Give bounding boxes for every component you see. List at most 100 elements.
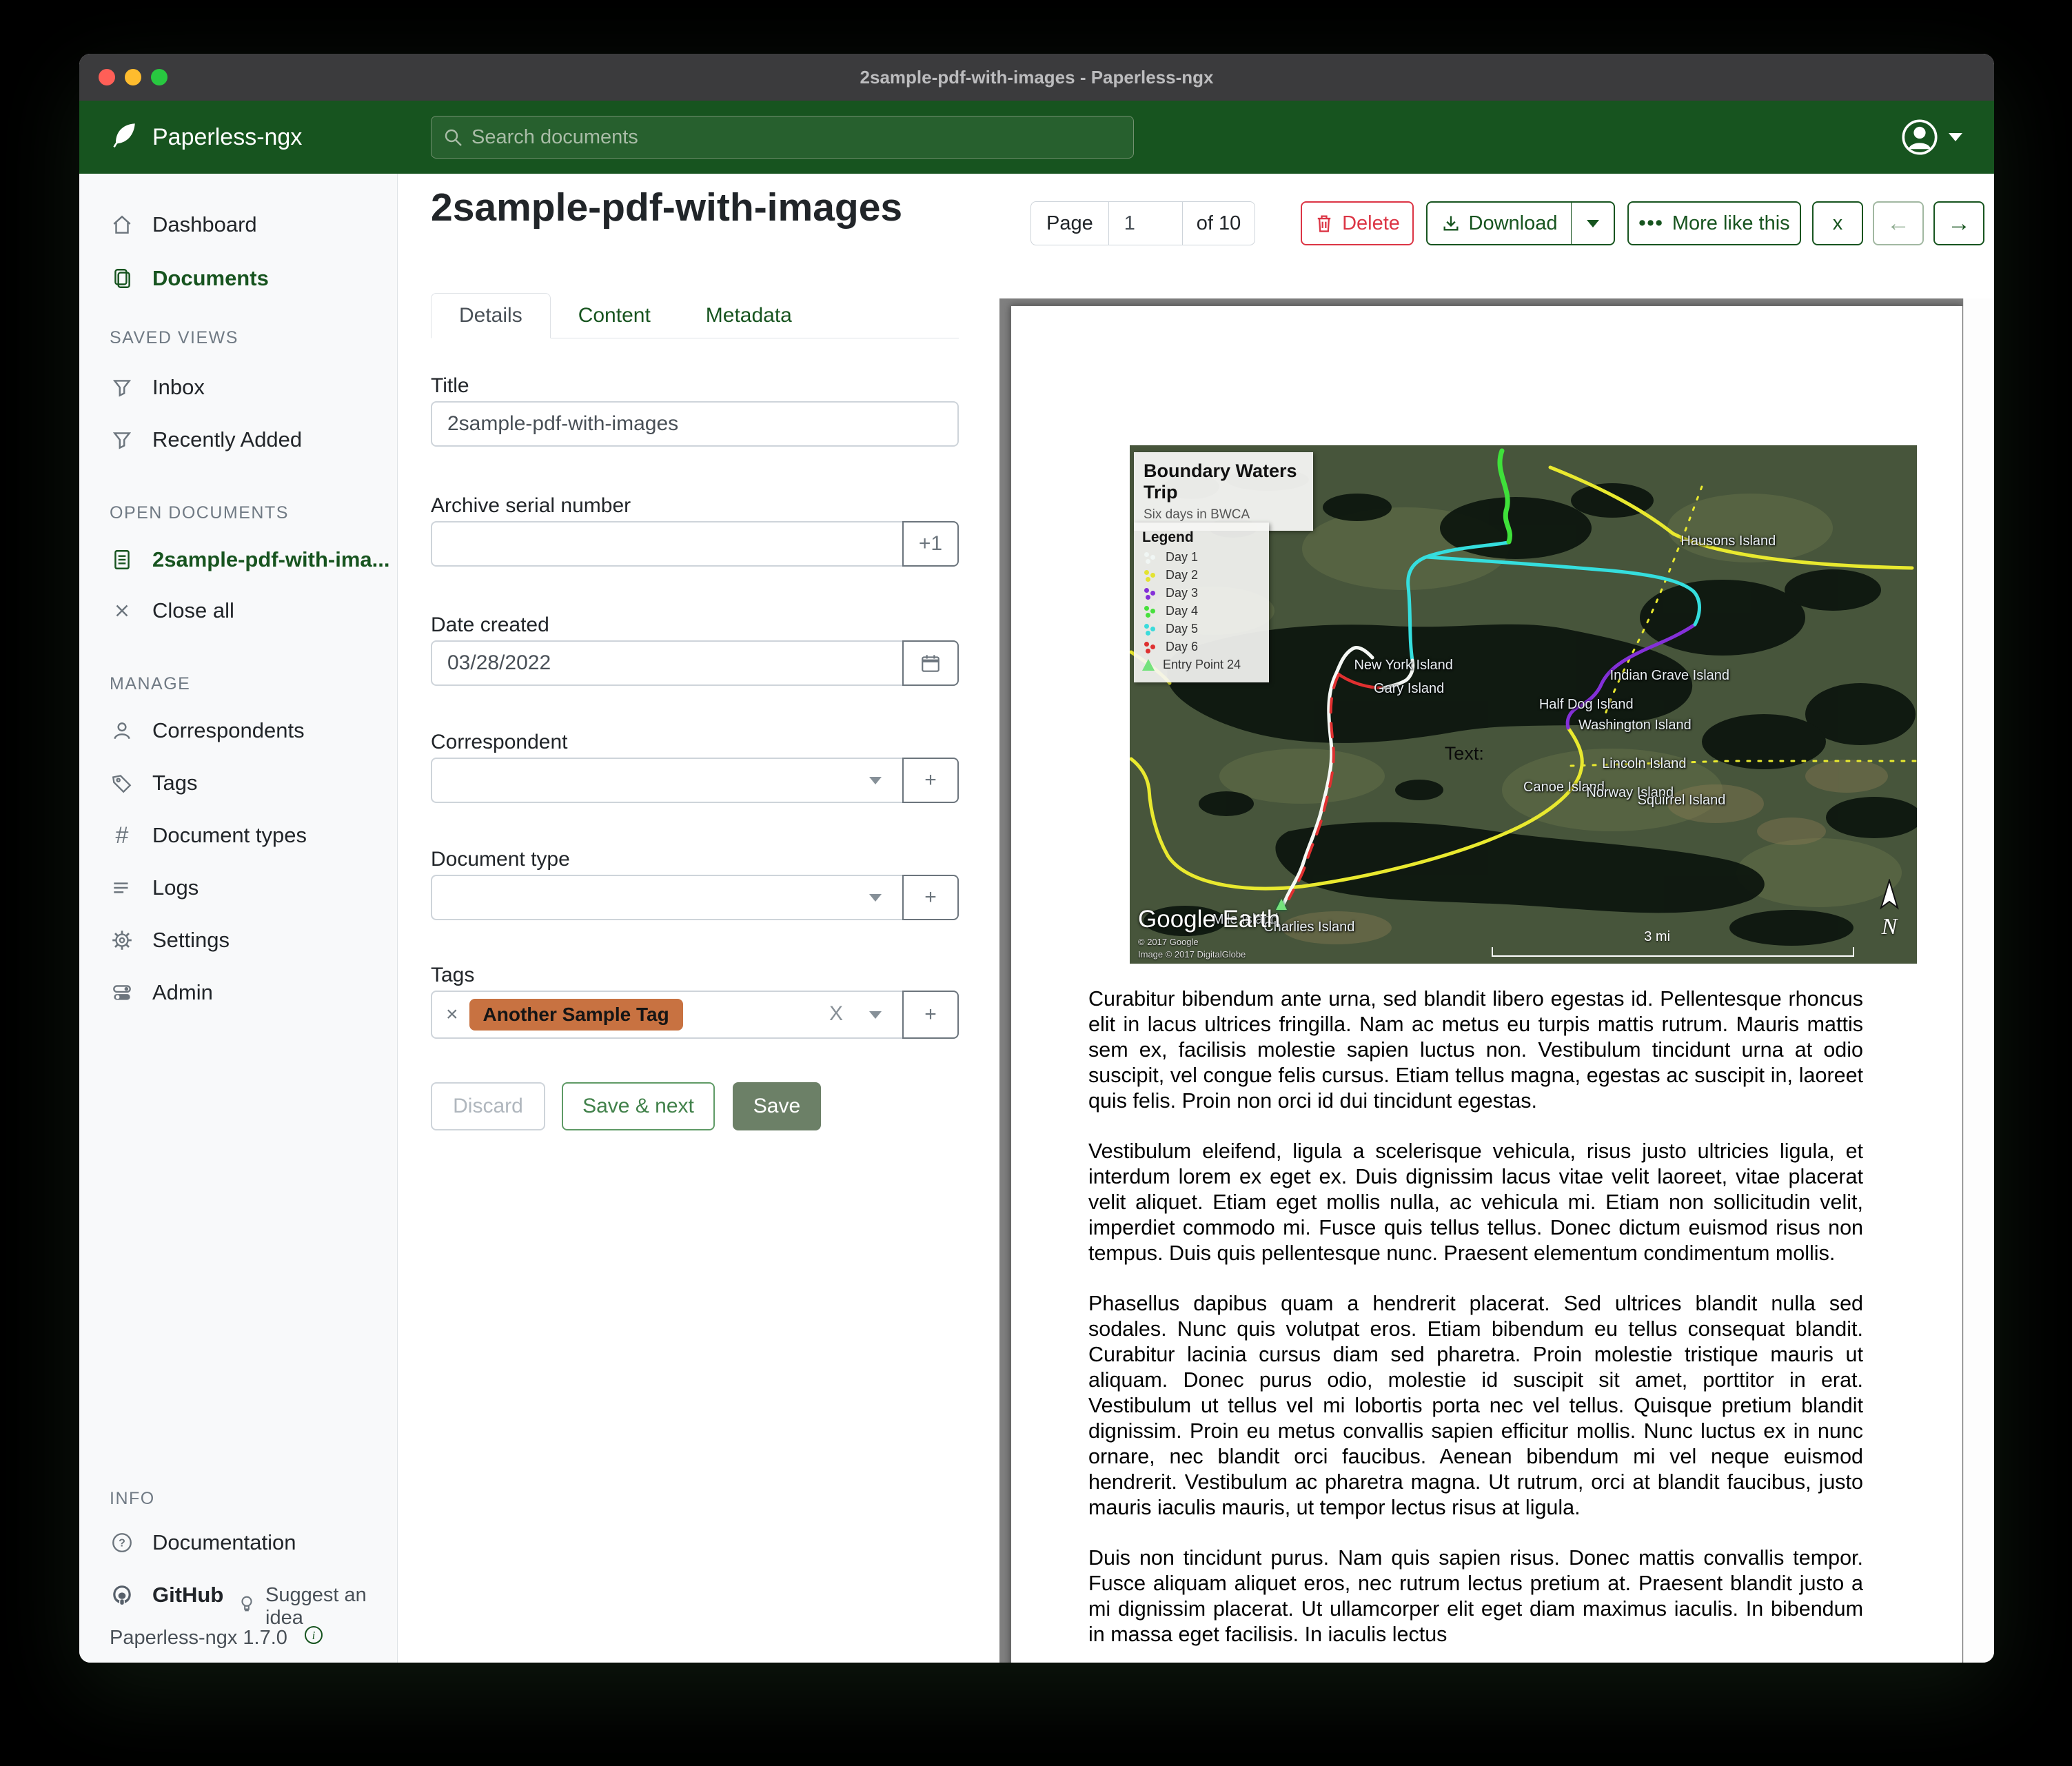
tag-chip[interactable]: Another Sample Tag xyxy=(469,999,683,1031)
chevron-down-icon[interactable] xyxy=(869,1011,882,1019)
title-field-label: Title xyxy=(431,374,469,398)
discard-button[interactable]: Discard xyxy=(431,1082,545,1130)
sidebar-item-inbox[interactable]: Inbox xyxy=(79,367,397,408)
asn-field: +1 xyxy=(431,521,959,567)
delete-button[interactable]: Delete xyxy=(1301,201,1414,245)
detail-tabs: Details Content Metadata xyxy=(431,293,959,338)
page-number-input[interactable] xyxy=(1109,202,1182,245)
sidebar-item-label: Dashboard xyxy=(152,212,257,237)
sidebar-item-document-types[interactable]: # Document types xyxy=(79,815,397,856)
title-field xyxy=(431,401,959,447)
island-label: Half Dog Island xyxy=(1539,697,1634,713)
sidebar-item-logs[interactable]: Logs xyxy=(79,867,397,909)
trash-icon xyxy=(1314,213,1334,234)
sidebar-item-admin[interactable]: Admin xyxy=(79,972,397,1013)
close-window-button[interactable] xyxy=(99,69,115,85)
pdf-paragraph: Phasellus dapibus quam a hendrerit place… xyxy=(1088,1291,1863,1521)
tab-metadata[interactable]: Metadata xyxy=(678,293,820,338)
map-legend: Legend Day 1Day 2Day 3Day 4Day 5Day 6Ent… xyxy=(1134,522,1269,682)
legend-label: Day 3 xyxy=(1166,586,1198,600)
user-menu[interactable] xyxy=(1900,118,1994,156)
more-like-this-label: More like this xyxy=(1672,212,1790,235)
tab-content[interactable]: Content xyxy=(551,293,678,338)
date-created-input[interactable] xyxy=(447,651,942,675)
home-icon xyxy=(110,213,134,236)
calendar-icon xyxy=(920,652,942,674)
question-circle-icon: ? xyxy=(110,1531,134,1554)
add-correspondent-button[interactable]: + xyxy=(902,758,959,803)
map-attribution-2: Image © 2017 DigitalGlobe xyxy=(1138,949,1246,960)
legend-item: Day 6 xyxy=(1142,640,1261,654)
sidebar-item-recently-added[interactable]: Recently Added xyxy=(79,419,397,460)
pdf-paragraph: Duis non tincidunt purus. Nam quis sapie… xyxy=(1088,1545,1863,1647)
sidebar-item-correspondents[interactable]: Correspondents xyxy=(79,710,397,751)
close-document-button[interactable]: x xyxy=(1812,201,1863,245)
legend-label: Entry Point 24 xyxy=(1163,658,1241,672)
map-title-box: Boundary Waters Trip Six days in BWCA xyxy=(1134,452,1313,531)
calendar-button[interactable] xyxy=(902,640,959,686)
clear-tags-icon[interactable]: X xyxy=(829,1002,843,1026)
brand[interactable]: Paperless-ngx xyxy=(79,120,431,155)
add-document-type-button[interactable]: + xyxy=(902,875,959,920)
lightbulb-icon xyxy=(236,1594,257,1620)
island-label: Hausons Island xyxy=(1680,534,1776,549)
download-button[interactable]: Download xyxy=(1426,201,1572,245)
info-circle-icon[interactable]: i xyxy=(303,1624,325,1652)
pdf-paragraph: Curabitur bibendum ante urna, sed blandi… xyxy=(1088,986,1863,1114)
map-subtitle: Six days in BWCA xyxy=(1144,507,1303,522)
document-type-field: + xyxy=(431,875,959,920)
pdf-scrollbar[interactable] xyxy=(1963,298,1994,1663)
arrow-right-icon: → xyxy=(1947,210,1971,237)
zoom-window-button[interactable] xyxy=(151,69,167,85)
tab-details[interactable]: Details xyxy=(431,293,551,338)
sidebar-item-close-all[interactable]: Close all xyxy=(79,590,397,631)
next-document-button[interactable]: → xyxy=(1933,201,1984,245)
sidebar-item-label: Documents xyxy=(152,266,269,291)
save-next-button[interactable]: Save & next xyxy=(562,1082,715,1130)
island-label: New York Island xyxy=(1354,658,1452,673)
more-like-this-button[interactable]: ••• More like this xyxy=(1627,201,1801,245)
sidebar-item-dashboard[interactable]: Dashboard xyxy=(79,204,397,245)
sidebar-item-documents[interactable]: Documents xyxy=(79,258,397,299)
asn-input[interactable] xyxy=(447,532,942,556)
search-bar[interactable] xyxy=(431,116,1134,159)
chevron-down-icon[interactable] xyxy=(869,777,882,784)
svg-text:i: i xyxy=(312,1629,316,1642)
filter-icon xyxy=(110,376,134,399)
asn-increment-button[interactable]: +1 xyxy=(902,521,959,567)
ellipsis-icon: ••• xyxy=(1638,212,1663,235)
sidebar-item-label: Tags xyxy=(152,771,197,795)
search-input[interactable] xyxy=(471,126,1092,149)
brand-name: Paperless-ngx xyxy=(152,124,302,151)
gear-icon xyxy=(110,928,134,952)
hash-icon: # xyxy=(110,822,134,849)
filter-icon xyxy=(110,428,134,451)
remove-tag-icon[interactable]: × xyxy=(446,1003,458,1026)
person-icon xyxy=(110,719,134,742)
sidebar: Dashboard Documents SAVED VIEWS Inbox Re… xyxy=(79,174,398,1663)
sidebar-item-suggest-idea[interactable]: Suggest an idea xyxy=(236,1584,397,1630)
minimize-window-button[interactable] xyxy=(125,69,141,85)
sidebar-item-label: Close all xyxy=(152,598,234,623)
island-label: Lincoln Island xyxy=(1602,756,1686,772)
sidebar-item-label: 2sample-pdf-with-ima... xyxy=(152,547,389,572)
download-options-button[interactable] xyxy=(1571,201,1615,245)
previous-document-button[interactable]: ← xyxy=(1873,201,1924,245)
tag-chip-area: × Another Sample Tag xyxy=(446,999,683,1031)
add-tag-button[interactable]: + xyxy=(902,991,959,1039)
tags-label: Tags xyxy=(431,964,474,987)
documents-icon xyxy=(110,267,134,290)
map-scale-label: 3 mi xyxy=(1644,929,1670,945)
close-x-label: x xyxy=(1833,212,1843,235)
sidebar-item-documentation[interactable]: ? Documentation xyxy=(79,1522,397,1563)
sidebar-item-open-document[interactable]: 2sample-pdf-with-ima... xyxy=(79,539,397,580)
sidebar-item-settings[interactable]: Settings xyxy=(79,920,397,961)
info-header: INFO xyxy=(110,1489,155,1509)
svg-text:?: ? xyxy=(119,1537,125,1549)
compass-arrow-icon xyxy=(1877,879,1902,911)
page-navigator: Page of 10 xyxy=(1030,201,1255,245)
chevron-down-icon[interactable] xyxy=(869,894,882,902)
sidebar-item-tags[interactable]: Tags xyxy=(79,762,397,804)
title-input[interactable] xyxy=(447,412,942,436)
save-button[interactable]: Save xyxy=(733,1082,821,1130)
